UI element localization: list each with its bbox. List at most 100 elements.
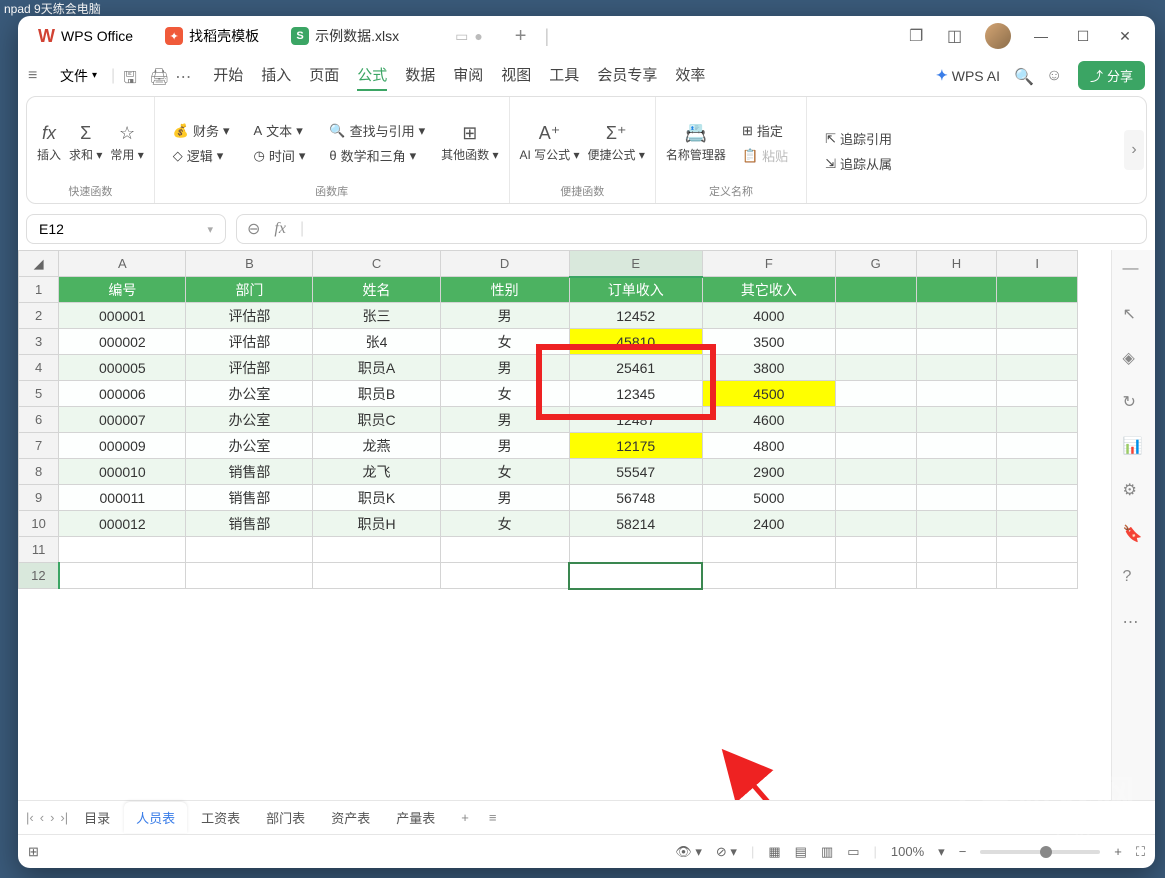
zoom-out-icon[interactable]: ⊖ (247, 219, 260, 239)
window-multi-icon[interactable]: ❐ (909, 26, 929, 46)
cell[interactable]: 销售部 (186, 511, 313, 537)
row-header[interactable]: 8 (19, 459, 59, 485)
search-icon[interactable]: 🔍 (1014, 67, 1032, 85)
row-header[interactable]: 2 (19, 303, 59, 329)
cell[interactable]: 职员C (313, 407, 440, 433)
cell[interactable]: 000012 (59, 511, 186, 537)
cursor-icon[interactable]: ↖ (1123, 304, 1145, 326)
sheet-tab[interactable]: 部门表 (254, 802, 317, 833)
cell[interactable] (916, 563, 997, 589)
cell[interactable]: 女 (440, 381, 569, 407)
sheet-nav-next[interactable]: › (50, 810, 54, 825)
file-menu[interactable]: 文件 ▾ (54, 62, 103, 90)
math-button[interactable]: θ 数学和三角 ▾ (329, 146, 425, 165)
menu-icon[interactable]: ≡ (28, 67, 46, 85)
cell[interactable] (997, 537, 1078, 563)
cell[interactable] (186, 537, 313, 563)
menu-tab-插入[interactable]: 插入 (261, 60, 291, 91)
cell[interactable]: 3800 (702, 355, 835, 381)
assign-button[interactable]: ⊞ 指定 (742, 121, 788, 140)
column-header[interactable]: I (997, 251, 1078, 277)
column-header[interactable]: C (313, 251, 440, 277)
cell[interactable]: 12452 (569, 303, 702, 329)
cell[interactable]: 张4 (313, 329, 440, 355)
close-button[interactable]: ✕ (1113, 28, 1137, 45)
tab-templates[interactable]: ✦ 找稻壳模板 (151, 20, 273, 52)
cell[interactable]: 000002 (59, 329, 186, 355)
cell[interactable]: 12487 (569, 407, 702, 433)
cell[interactable]: 000005 (59, 355, 186, 381)
maximize-button[interactable]: ☐ (1071, 28, 1095, 45)
minus-icon[interactable]: — (1123, 260, 1145, 282)
common-button[interactable]: ☆常用 ▾ (110, 105, 143, 181)
eye-icon[interactable]: 👁 ▾ (675, 844, 702, 860)
sheet-nav-last[interactable]: ›| (60, 810, 68, 825)
more-icon[interactable]: ⋯ (175, 67, 193, 85)
time-button[interactable]: ◷ 时间 ▾ (254, 146, 306, 165)
cell[interactable]: 女 (440, 511, 569, 537)
cell[interactable] (59, 537, 186, 563)
cell[interactable] (313, 537, 440, 563)
cell[interactable] (702, 537, 835, 563)
table-header-cell[interactable]: 部门 (186, 277, 313, 303)
cell[interactable]: 评估部 (186, 355, 313, 381)
cell[interactable]: 58214 (569, 511, 702, 537)
row-header[interactable]: 11 (19, 537, 59, 563)
logic-button[interactable]: ◇ 逻辑 ▾ (173, 146, 230, 165)
cell[interactable]: 职员B (313, 381, 440, 407)
row-header[interactable]: 5 (19, 381, 59, 407)
row-header[interactable]: 1 (19, 277, 59, 303)
settings-icon[interactable]: ⊞ (28, 844, 39, 860)
sheet-tab[interactable]: 资产表 (319, 802, 382, 833)
help-icon[interactable]: ? (1123, 568, 1145, 590)
cell[interactable]: 2900 (702, 459, 835, 485)
menu-tab-公式[interactable]: 公式 (357, 60, 387, 91)
cell[interactable] (59, 563, 186, 589)
row-header[interactable]: 9 (19, 485, 59, 511)
row-header[interactable]: 6 (19, 407, 59, 433)
cell[interactable]: 000006 (59, 381, 186, 407)
more-rail-icon[interactable]: ⋯ (1123, 612, 1145, 634)
quick-formula-button[interactable]: Σ⁺便捷公式 ▾ (588, 105, 645, 181)
cell[interactable]: 办公室 (186, 433, 313, 459)
cell[interactable]: 职员K (313, 485, 440, 511)
cube-icon[interactable]: ◫ (947, 26, 967, 46)
cell[interactable] (569, 563, 702, 589)
cell[interactable]: 评估部 (186, 303, 313, 329)
cell[interactable]: 职员H (313, 511, 440, 537)
cell[interactable]: 办公室 (186, 381, 313, 407)
menu-tab-工具[interactable]: 工具 (549, 60, 579, 91)
cell[interactable]: 男 (440, 433, 569, 459)
row-header[interactable]: 3 (19, 329, 59, 355)
save-icon[interactable]: 🖫 (123, 67, 141, 85)
column-header[interactable]: E (569, 251, 702, 277)
formula-bar[interactable]: ⊖ fx | (236, 214, 1147, 244)
cell[interactable]: 销售部 (186, 485, 313, 511)
cell[interactable]: 女 (440, 329, 569, 355)
sheet-tab[interactable]: 工资表 (189, 802, 252, 833)
other-functions-button[interactable]: ⊞其他函数 ▾ (441, 105, 498, 181)
cell[interactable]: 4000 (702, 303, 835, 329)
sheet-tab[interactable]: 产量表 (384, 802, 447, 833)
zoom-value[interactable]: 100% (891, 844, 924, 859)
cell[interactable] (440, 563, 569, 589)
trace-precedents-button[interactable]: ⇱ 追踪引用 (825, 129, 892, 148)
cell[interactable] (186, 563, 313, 589)
cell[interactable]: 销售部 (186, 459, 313, 485)
cell[interactable] (702, 563, 835, 589)
menu-tab-页面[interactable]: 页面 (309, 60, 339, 91)
table-header-cell[interactable]: 其它收入 (702, 277, 835, 303)
cell[interactable]: 办公室 (186, 407, 313, 433)
cell[interactable] (835, 563, 916, 589)
cell[interactable] (916, 537, 997, 563)
column-header[interactable]: A (59, 251, 186, 277)
cell[interactable] (440, 537, 569, 563)
sheet-list-button[interactable]: ≡ (483, 804, 503, 831)
paste-name-button[interactable]: 📋 粘贴 (742, 146, 788, 165)
cell[interactable]: 55547 (569, 459, 702, 485)
style-icon[interactable]: ◈ (1123, 348, 1145, 370)
cell[interactable]: 龙飞 (313, 459, 440, 485)
name-manager-button[interactable]: 📇名称管理器 (666, 105, 726, 181)
menu-tab-效率[interactable]: 效率 (675, 60, 705, 91)
cell[interactable] (997, 563, 1078, 589)
